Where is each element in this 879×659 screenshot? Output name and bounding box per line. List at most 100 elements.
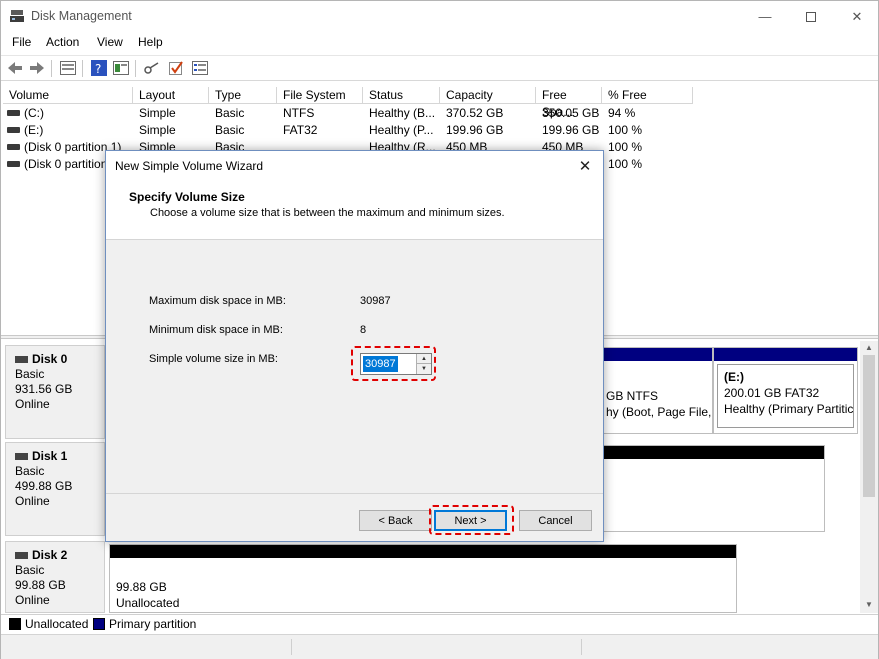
- forward-arrow-button[interactable]: [28, 59, 46, 77]
- dialog-heading: Specify Volume Size: [129, 190, 245, 204]
- column-header-layout[interactable]: Layout: [133, 87, 209, 104]
- cell-volume: (E:): [24, 123, 44, 137]
- drive-icon: [7, 161, 20, 167]
- cell-volume: (C:): [24, 106, 44, 120]
- settings-list-button[interactable]: [191, 59, 209, 77]
- column-header-free-space[interactable]: Free Spa...: [536, 87, 602, 119]
- column-header-type[interactable]: Type: [209, 87, 277, 104]
- disk-type: Basic: [15, 563, 45, 577]
- max-space-value: 30987: [360, 295, 391, 307]
- drive-icon: [7, 144, 20, 150]
- drive-icon: [7, 127, 20, 133]
- help-button[interactable]: ?: [90, 59, 108, 77]
- back-arrow-button[interactable]: [6, 59, 24, 77]
- partition-e-status: Healthy (Primary Partitic: [724, 402, 854, 416]
- cell-file-system: NTFS: [283, 106, 315, 120]
- legend: Unallocated Primary partition: [1, 614, 878, 633]
- dialog-subheading: Choose a volume size that is between the…: [150, 207, 505, 219]
- checkmark-icon: [169, 61, 183, 75]
- disk-2-unallocated[interactable]: 99.88 GB Unallocated: [109, 544, 737, 613]
- legend-unallocated-label: Unallocated: [25, 617, 89, 631]
- cell-status: Healthy (B...: [369, 106, 436, 120]
- status-divider: [581, 639, 582, 655]
- check-button[interactable]: [167, 59, 185, 77]
- cell-percent-free: 94 %: [608, 106, 636, 120]
- dialog-header: Specify Volume Size Choose a volume size…: [106, 181, 603, 240]
- status-bar: [1, 634, 878, 659]
- drive-icon: [7, 110, 20, 116]
- minimize-button[interactable]: —: [742, 1, 788, 32]
- legend-primary-label: Primary partition: [109, 617, 197, 631]
- help-icon: ?: [91, 60, 107, 76]
- cell-layout: Simple: [139, 123, 176, 137]
- disk-state: Online: [15, 593, 50, 607]
- disk-icon: [15, 552, 28, 559]
- menu-view[interactable]: View: [97, 35, 123, 49]
- disk-size: 499.88 GB: [15, 479, 73, 493]
- toolbar-separator: [135, 60, 136, 77]
- cell-type: Basic: [215, 106, 245, 120]
- svg-text:?: ?: [95, 62, 101, 76]
- back-button-label: < Back: [378, 514, 413, 527]
- toolbar-separator: [82, 60, 83, 77]
- min-space-label: Minimum disk space in MB:: [149, 324, 283, 336]
- dialog-title-bar: New Simple Volume Wizard ✕: [106, 151, 603, 181]
- scroll-thumb[interactable]: [863, 355, 875, 497]
- cell-layout: Simple: [139, 106, 176, 120]
- partition-e[interactable]: (E:) 200.01 GB FAT32 Healthy (Primary Pa…: [713, 347, 858, 434]
- max-space-label: Maximum disk space in MB:: [149, 295, 286, 307]
- close-icon: ✕: [578, 158, 592, 175]
- dialog-title: New Simple Volume Wizard: [115, 159, 264, 173]
- properties-icon: [113, 61, 129, 75]
- cancel-button-label: Cancel: [538, 514, 573, 527]
- cell-type: Basic: [215, 123, 245, 137]
- disk-2-label[interactable]: Disk 2 Basic 99.88 GB Online: [5, 541, 105, 613]
- disk-icon: [15, 453, 28, 460]
- cell-file-system: FAT32: [283, 123, 318, 137]
- disk-1-label[interactable]: Disk 1 Basic 499.88 GB Online: [5, 442, 105, 536]
- unallocated-bar: [110, 545, 736, 558]
- properties-button[interactable]: [112, 59, 130, 77]
- menu-bar: File Action View Help: [1, 33, 878, 53]
- details-icon: [192, 61, 208, 75]
- toolbar-separator: [51, 60, 52, 77]
- column-header-percent-free[interactable]: % Free: [602, 87, 693, 104]
- column-header-status[interactable]: Status: [363, 87, 440, 104]
- partition-e-name: (E:): [724, 370, 744, 384]
- disk-0-label[interactable]: Disk 0 Basic 931.56 GB Online: [5, 345, 105, 439]
- column-header-file-system[interactable]: File System: [277, 87, 363, 104]
- disk-size: 99.88 GB: [15, 578, 66, 592]
- dialog-footer-separator: [106, 493, 603, 494]
- disk-state: Online: [15, 494, 50, 508]
- unallocated-label: Unallocated: [116, 596, 180, 610]
- disk-management-app-icon: [10, 10, 24, 22]
- close-button[interactable]: ✕: [834, 1, 879, 32]
- disk-map-scrollbar[interactable]: ▲ ▼: [860, 341, 878, 613]
- close-icon: ✕: [851, 8, 863, 24]
- partition-e-size: 200.01 GB FAT32: [724, 386, 820, 400]
- disk-size: 931.56 GB: [15, 382, 73, 396]
- disk-icon: [15, 356, 28, 363]
- scroll-down-icon[interactable]: ▼: [864, 600, 874, 610]
- partition-c-size: GB NTFS: [606, 389, 659, 403]
- cancel-button[interactable]: Cancel: [519, 510, 592, 531]
- title-bar: Disk Management — ✕: [1, 1, 878, 32]
- column-header-capacity[interactable]: Capacity: [440, 87, 536, 104]
- minimize-icon: —: [758, 9, 772, 24]
- back-button[interactable]: < Back: [359, 510, 432, 531]
- scroll-up-icon[interactable]: ▲: [864, 343, 874, 353]
- column-header-volume[interactable]: Volume: [3, 87, 133, 104]
- connect-button[interactable]: [143, 59, 161, 77]
- unallocated-size: 99.88 GB: [116, 580, 167, 594]
- menu-action[interactable]: Action: [46, 35, 79, 49]
- menu-file[interactable]: File: [12, 35, 31, 49]
- legend-unallocated-swatch: [9, 618, 21, 630]
- show-hide-tree-button[interactable]: [59, 59, 77, 77]
- cell-percent-free: 100 %: [608, 157, 643, 171]
- disk-state: Online: [15, 397, 50, 411]
- new-simple-volume-wizard: New Simple Volume Wizard ✕ Specify Volum…: [105, 150, 604, 542]
- maximize-icon: [806, 11, 816, 22]
- menu-help[interactable]: Help: [138, 35, 163, 49]
- dialog-close-button[interactable]: ✕: [571, 153, 599, 179]
- maximize-button[interactable]: [788, 1, 834, 32]
